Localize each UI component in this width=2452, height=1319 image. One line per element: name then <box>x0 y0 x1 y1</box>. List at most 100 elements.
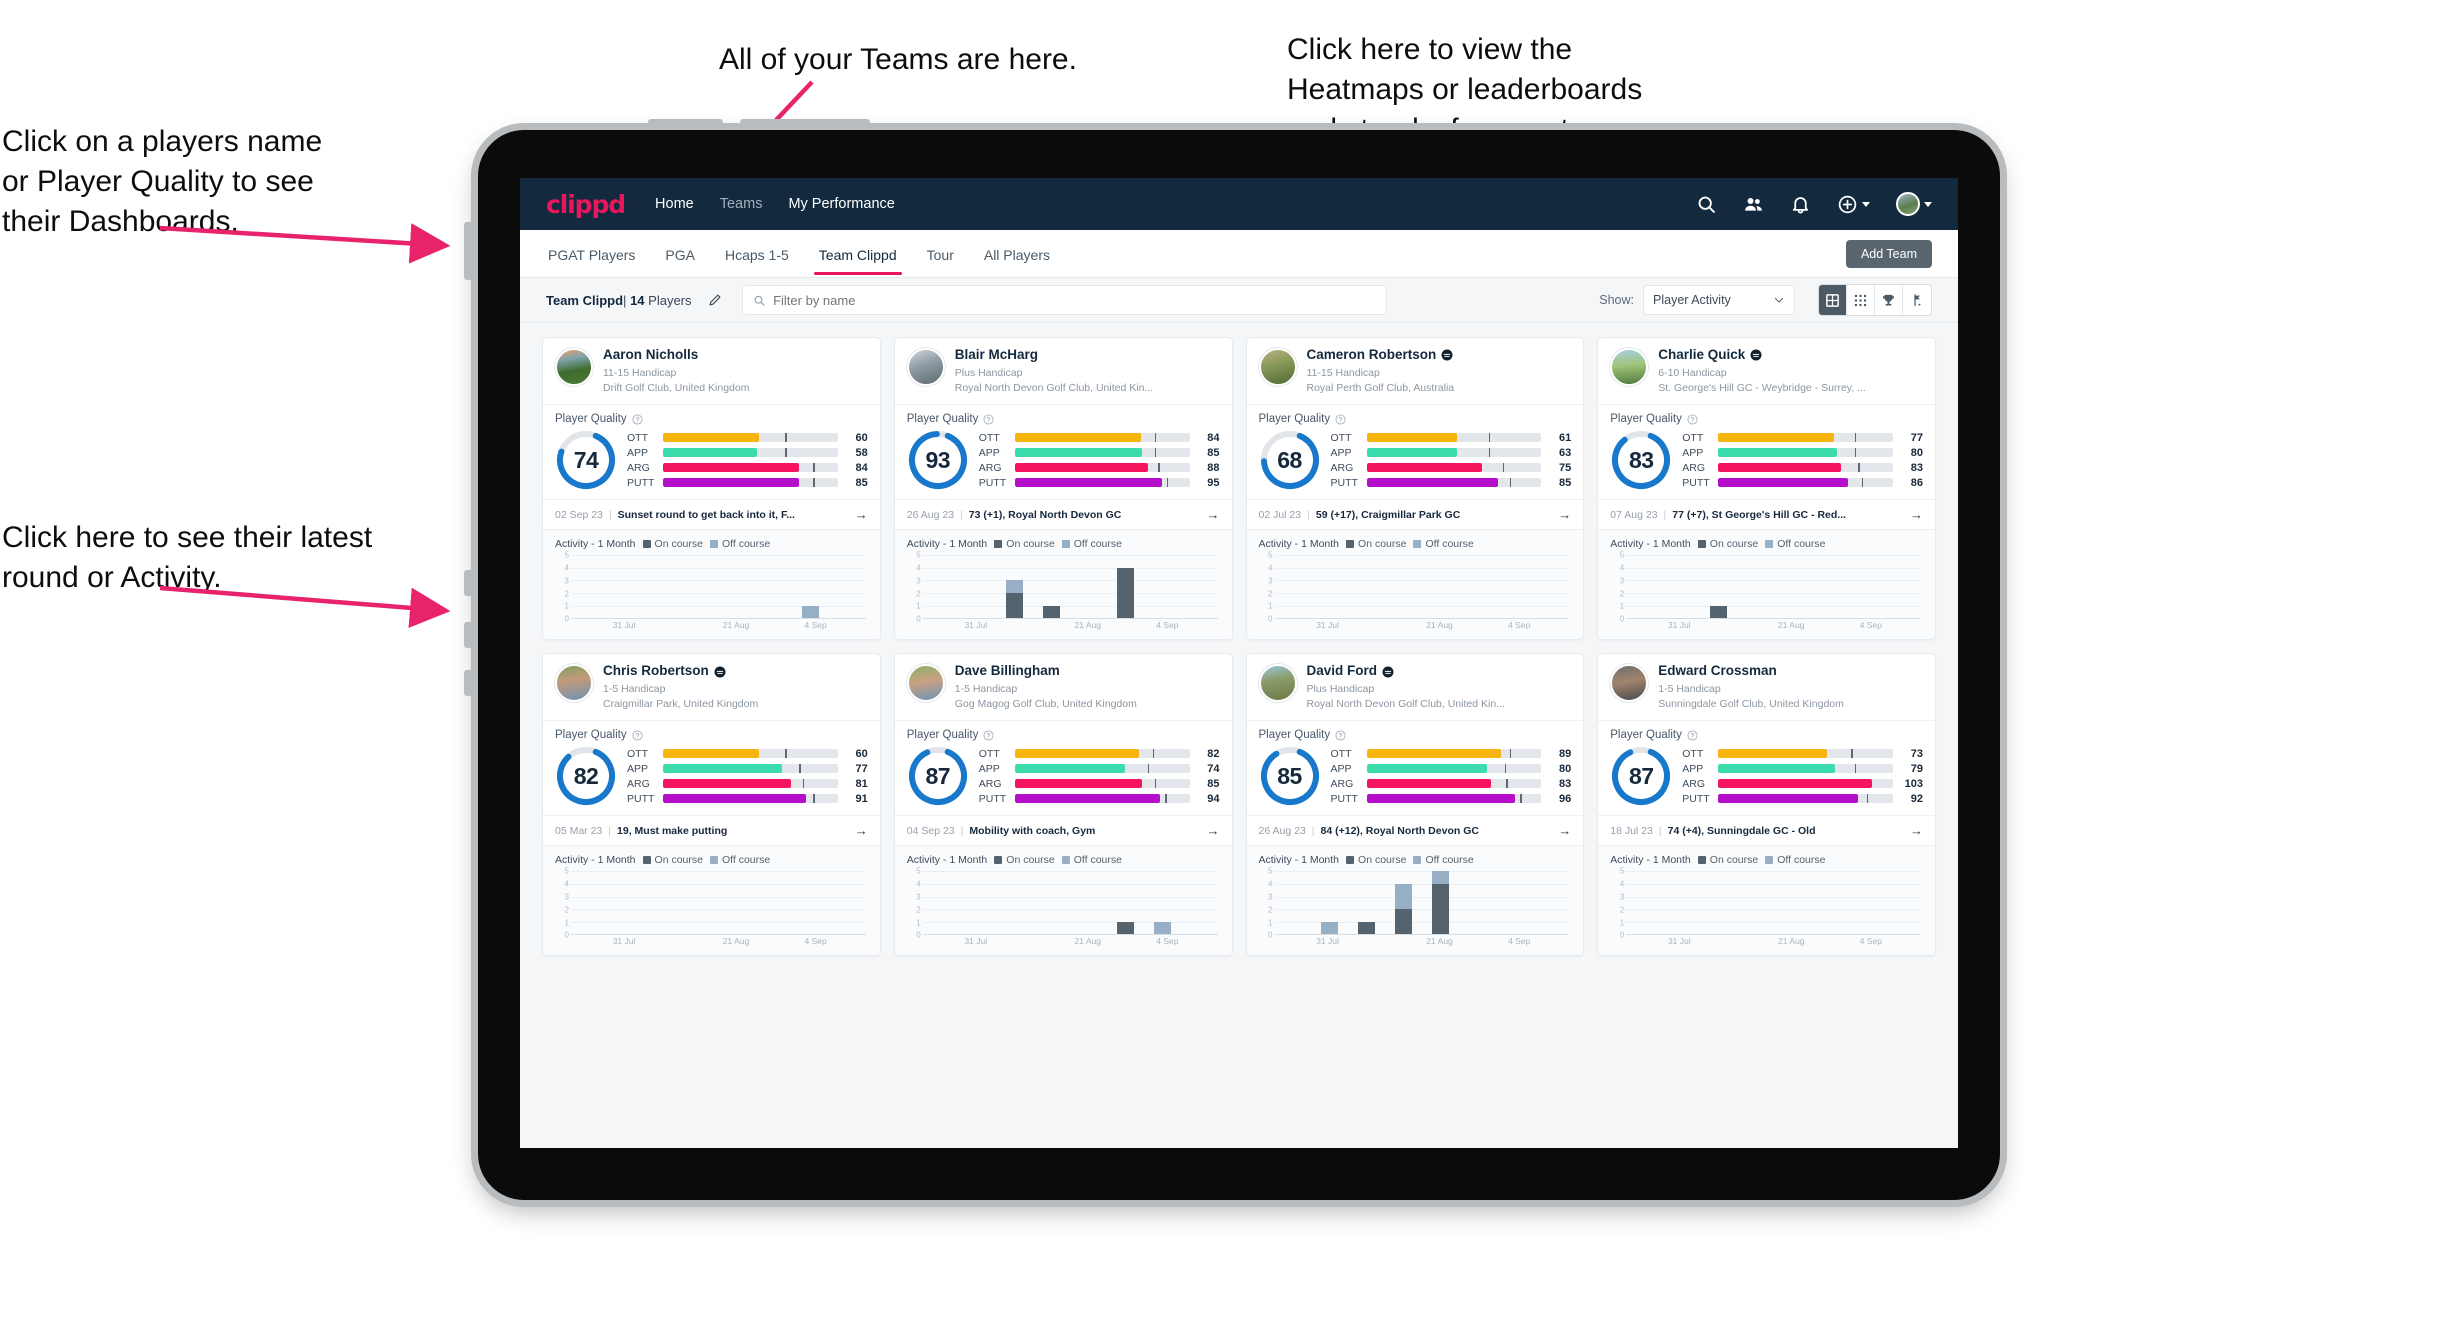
latest-activity-row[interactable]: 26 Aug 23 | 73 (+1), Royal North Devon G… <box>894 499 1232 529</box>
nav-link-home[interactable]: Home <box>655 196 694 212</box>
player-card[interactable]: David Ford Plus Handicap Royal North Dev… <box>1245 653 1585 957</box>
help-circle-icon[interactable] <box>1335 730 1346 741</box>
metric-row: OTT 82 <box>979 748 1220 760</box>
metric-label: OTT <box>1330 431 1352 444</box>
metric-bar-fill <box>1718 463 1841 473</box>
quality-ring-wrap: 93 <box>907 429 969 491</box>
latest-activity-arrow-icon[interactable]: → <box>1902 507 1923 522</box>
x-tick-label: 31 Jul <box>1667 620 1691 631</box>
tab-pgat-players[interactable]: PGAT Players <box>546 233 637 275</box>
y-tick: 0 <box>1619 930 1625 940</box>
metric-bar-marker <box>1506 779 1508 789</box>
metric-bar-marker <box>1147 764 1150 774</box>
metric-bar-marker <box>1166 478 1169 488</box>
help-circle-icon[interactable] <box>983 414 994 425</box>
player-quality-section[interactable]: Player Quality 93 OTT 84 APP 85 ARG 88 P… <box>894 404 1232 499</box>
y-tick: 0 <box>916 614 921 624</box>
avatar <box>1610 664 1649 703</box>
activity-chart: 5 4 3 2 1 0 31 Jul 21 Aug 4 Sep <box>907 867 1220 949</box>
player-name[interactable]: Dave Billingham <box>955 663 1137 679</box>
edit-team-button[interactable] <box>700 285 730 315</box>
y-tick: 4 <box>1268 563 1273 573</box>
help-circle-icon[interactable] <box>632 414 643 425</box>
latest-activity-arrow-icon[interactable]: → <box>1902 823 1923 838</box>
show-select[interactable]: Player Activity <box>1643 285 1795 315</box>
player-card[interactable]: Edward Crossman 1-5 Handicap Sunningdale… <box>1597 653 1936 957</box>
player-name[interactable]: Blair McHarg <box>955 347 1153 363</box>
player-name[interactable]: Aaron Nicholls <box>603 347 749 363</box>
view-button-leaderboard[interactable] <box>1875 285 1903 315</box>
metrics-list: OTT 84 APP 85 ARG 88 PUTT 95 <box>979 432 1220 489</box>
player-name[interactable]: Edward Crossman <box>1658 663 1844 679</box>
add-team-button[interactable]: Add Team <box>1845 239 1932 268</box>
y-tick: 0 <box>916 930 921 940</box>
tab-pga[interactable]: PGA <box>663 233 697 275</box>
latest-activity-arrow-icon[interactable]: → <box>1199 507 1220 522</box>
search-container[interactable] <box>741 285 1387 315</box>
metrics-list: OTT 82 APP 74 ARG 85 PUTT 94 <box>979 748 1220 805</box>
player-card[interactable]: Blair McHarg Plus Handicap Royal North D… <box>893 337 1233 641</box>
x-tick-label: 21 Aug <box>1074 620 1102 631</box>
y-tick: 3 <box>1268 576 1273 586</box>
latest-activity-arrow-icon[interactable]: → <box>1199 823 1220 838</box>
player-quality-section[interactable]: Player Quality 68 OTT 61 APP 63 ARG 75 P… <box>1246 404 1584 499</box>
player-quality-section[interactable]: Player Quality 83 OTT 77 APP 80 ARG 83 P… <box>1598 404 1935 499</box>
metrics-list: OTT 77 APP 80 ARG 83 PUTT 86 <box>1682 432 1923 489</box>
latest-activity-arrow-icon[interactable]: → <box>847 823 868 838</box>
player-name[interactable]: Charlie Quick <box>1658 347 1866 363</box>
latest-activity-date: 26 Aug 23 <box>906 508 955 521</box>
view-button-course[interactable] <box>1903 285 1931 315</box>
metric-value: 75 <box>1559 461 1572 474</box>
player-quality-section[interactable]: Player Quality 85 OTT 89 APP 80 ARG 83 P… <box>1246 720 1584 815</box>
latest-activity-arrow-icon[interactable]: → <box>847 507 868 522</box>
latest-activity-row[interactable]: 18 Jul 23 | 74 (+4), Sunningdale GC - Ol… <box>1598 815 1935 845</box>
latest-activity-arrow-icon[interactable]: → <box>1550 823 1571 838</box>
player-name[interactable]: David Ford <box>1307 663 1505 679</box>
activity-title: Activity - 1 Month <box>1258 538 1340 551</box>
search-icon[interactable] <box>1696 194 1717 215</box>
clippd-logo[interactable]: clippd <box>546 190 626 219</box>
player-name[interactable]: Cameron Robertson <box>1307 347 1455 363</box>
latest-activity-arrow-icon[interactable]: → <box>1550 507 1571 522</box>
tab-hcaps-1-5[interactable]: Hcaps 1-5 <box>723 233 791 275</box>
activity-header: Activity - 1 Month On course Off course <box>1610 538 1923 550</box>
view-button-grid-large[interactable] <box>1819 285 1847 315</box>
help-circle-icon[interactable] <box>1687 730 1698 741</box>
people-icon[interactable] <box>1743 194 1764 215</box>
latest-activity-row[interactable]: 02 Jul 23 | 59 (+17), Craigmillar Park G… <box>1246 499 1584 529</box>
player-card[interactable]: Chris Robertson 1-5 Handicap Craigmillar… <box>542 653 881 957</box>
player-quality-section[interactable]: Player Quality 87 OTT 82 APP 74 ARG 85 P… <box>894 720 1232 815</box>
player-card[interactable]: Aaron Nicholls 11-15 Handicap Drift Golf… <box>542 337 881 641</box>
player-quality-section[interactable]: Player Quality 82 OTT 60 APP 77 ARG 81 P… <box>543 720 880 815</box>
latest-activity-row[interactable]: 26 Aug 23 | 84 (+12), Royal North Devon … <box>1246 815 1584 845</box>
latest-activity-row[interactable]: 05 Mar 23 | 19, Must make putting → <box>543 815 880 845</box>
help-circle-icon[interactable] <box>632 730 643 741</box>
latest-activity-row[interactable]: 02 Sep 23 | Sunset round to get back int… <box>543 499 880 529</box>
player-quality-section[interactable]: Player Quality 74 OTT 60 APP 58 ARG 84 P… <box>543 404 880 499</box>
player-quality-section[interactable]: Player Quality 87 OTT 73 APP 79 ARG 103 … <box>1598 720 1935 815</box>
search-input[interactable] <box>773 292 1376 308</box>
help-circle-icon[interactable] <box>1687 414 1698 425</box>
bell-icon[interactable] <box>1790 194 1811 215</box>
user-menu-button[interactable] <box>1896 192 1932 216</box>
player-card[interactable]: Charlie Quick 6-10 Handicap St. George's… <box>1597 337 1936 641</box>
activity-section: Activity - 1 Month On course Off course … <box>1246 529 1584 640</box>
player-card[interactable]: Dave Billingham 1-5 Handicap Gog Magog G… <box>893 653 1233 957</box>
chart-x-axis: 31 Jul 21 Aug 4 Sep <box>1275 620 1570 633</box>
latest-activity-row[interactable]: 07 Aug 23 | 77 (+7), St George's Hill GC… <box>1598 499 1935 529</box>
tab-tour[interactable]: Tour <box>925 233 956 275</box>
nav-link-my-performance[interactable]: My Performance <box>788 196 894 212</box>
player-handicap: 1-5 Handicap <box>1658 683 1721 696</box>
tab-team-clippd[interactable]: Team Clippd <box>813 233 902 275</box>
metric-bar <box>1718 779 1893 789</box>
help-circle-icon[interactable] <box>983 730 994 741</box>
latest-activity-row[interactable]: 04 Sep 23 | Mobility with coach, Gym → <box>894 815 1232 845</box>
tab-all-players[interactable]: All Players <box>982 233 1052 275</box>
player-name[interactable]: Chris Robertson <box>603 663 758 679</box>
player-card[interactable]: Cameron Robertson 11-15 Handicap Royal P… <box>1245 337 1585 641</box>
add-menu-button[interactable] <box>1837 194 1870 215</box>
help-circle-icon[interactable] <box>1335 414 1346 425</box>
chart-y-axis: 5 4 3 2 1 0 <box>907 867 920 940</box>
nav-link-teams[interactable]: Teams <box>720 196 763 212</box>
view-button-grid-dense[interactable] <box>1847 285 1875 315</box>
